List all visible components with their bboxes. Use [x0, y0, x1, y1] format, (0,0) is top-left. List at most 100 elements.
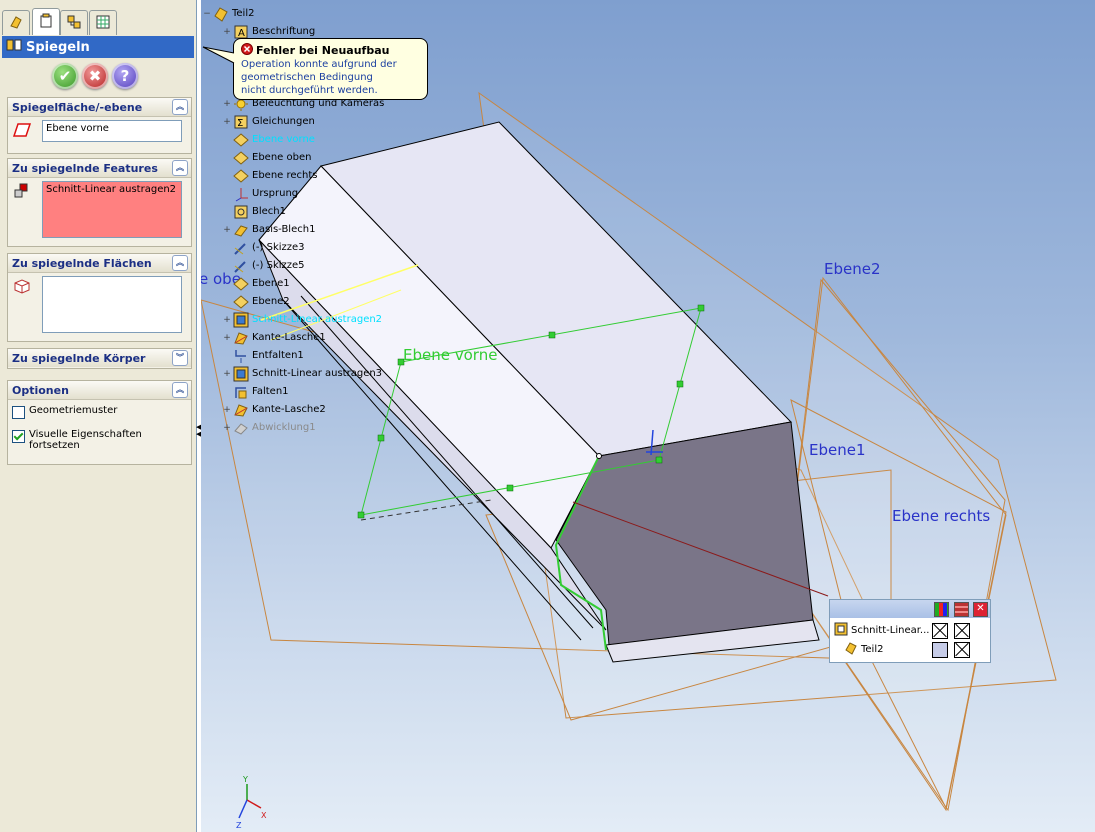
features-list[interactable]: Schnitt-Linear austragen2: [42, 181, 182, 238]
tree-item-label: Ebene rechts: [252, 170, 318, 181]
tree-item[interactable]: Ursprung: [221, 185, 298, 202]
svg-text:Y: Y: [242, 775, 248, 784]
tree-item-label: Ebene1: [252, 278, 290, 289]
tree-expander[interactable]: −: [201, 9, 213, 19]
tree-expander[interactable]: +: [221, 27, 233, 37]
tab-featuremanager[interactable]: [2, 10, 30, 35]
tree-expander[interactable]: +: [221, 369, 233, 379]
tooltip-pointer: [202, 46, 235, 64]
tree-item-label: Blech1: [252, 206, 286, 217]
tree-item[interactable]: Falten1: [221, 383, 289, 400]
dimxpert-icon: [95, 14, 111, 33]
tree-item[interactable]: Ebene oben: [221, 149, 311, 166]
tree-expander[interactable]: +: [221, 405, 233, 415]
tree-item[interactable]: + Kante-Lasche1: [221, 329, 326, 346]
property-manager-panel: Spiegeln ✔ ✖ ? Spiegelfläche/-ebene ︽ Eb…: [0, 0, 197, 832]
geometry-pattern-checkbox[interactable]: [12, 406, 25, 419]
popup-row-feature[interactable]: Schnitt-Linear...: [834, 622, 929, 639]
texture-icon[interactable]: [954, 602, 969, 617]
mirror-plane-field[interactable]: Ebene vorne: [42, 120, 182, 142]
tree-expander[interactable]: +: [221, 315, 233, 325]
tree-item[interactable]: + Σ Gleichungen: [221, 113, 315, 130]
tree-item[interactable]: Ebene2: [221, 293, 290, 310]
group-mirror-plane-header[interactable]: Spiegelfläche/-ebene ︽: [8, 98, 191, 117]
group-faces-header[interactable]: Zu spiegelnde Flächen ︽: [8, 254, 191, 273]
cut-extrude-icon: [834, 622, 848, 639]
propagate-visual-label: Visuelle Eigenschaften fortsetzen: [29, 429, 142, 451]
ebene-vorne-label: Ebene vorne: [403, 346, 498, 364]
tree-item[interactable]: + Basis-Blech1: [221, 221, 315, 238]
collapse-icon[interactable]: ︽: [172, 382, 188, 398]
tree-item[interactable]: + Schnitt-Linear austragen3: [221, 365, 382, 382]
tree-item-label: Teil2: [232, 8, 255, 19]
model-viewport[interactable]: Y X Z: [201, 0, 1095, 832]
tab-propertymanager[interactable]: [32, 8, 60, 35]
tree-item[interactable]: (-) Skizze5: [221, 257, 305, 274]
popup-checkbox[interactable]: [932, 623, 948, 639]
group-options-header[interactable]: Optionen ︽: [8, 381, 191, 400]
propagate-visual-checkbox[interactable]: [12, 430, 25, 443]
tab-dimxpertmanager[interactable]: [89, 10, 117, 35]
tree-item-label: Schnitt-Linear austragen2: [252, 314, 383, 325]
manager-tabs: [2, 8, 196, 36]
tree-item[interactable]: Ebene vorne: [221, 131, 315, 148]
tree-expander[interactable]: +: [221, 423, 233, 433]
popup-checkbox[interactable]: [954, 623, 970, 639]
ebene2-label: Ebene2: [824, 260, 881, 278]
tree-item[interactable]: Entfalten1: [221, 347, 304, 364]
tree-expander[interactable]: +: [221, 225, 233, 235]
sheetmetal-icon: [233, 204, 249, 220]
group-mirror-plane: Spiegelfläche/-ebene ︽ Ebene vorne: [7, 97, 192, 154]
checkmark-icon: ✔: [58, 67, 72, 85]
tree-item[interactable]: − Teil2: [201, 5, 254, 22]
close-icon[interactable]: ✕: [973, 602, 988, 617]
popup-color-swatch[interactable]: [932, 642, 948, 658]
help-icon: ?: [120, 67, 130, 85]
group-features-header[interactable]: Zu spiegelnde Features ︽: [8, 159, 191, 178]
group-options: Optionen ︽ Geometriemuster Visuelle Eige…: [7, 380, 192, 465]
tree-item-label: (-) Skizze3: [252, 242, 305, 253]
group-faces-to-mirror: Zu spiegelnde Flächen ︽: [7, 253, 192, 342]
action-buttons: ✔ ✖ ?: [52, 63, 138, 91]
tree-item[interactable]: Ebene1: [221, 275, 290, 292]
popup-checkbox[interactable]: [954, 642, 970, 658]
base-flange-icon: [233, 222, 249, 238]
cut-extrude-icon: [233, 366, 249, 382]
tree-item[interactable]: + Abwicklung1: [221, 419, 316, 436]
tree-item[interactable]: + Kante-Lasche2: [221, 401, 326, 418]
ok-button[interactable]: ✔: [52, 63, 78, 89]
plane-icon: [233, 168, 249, 184]
features-list-item[interactable]: Schnitt-Linear austragen2: [46, 184, 176, 195]
group-bodies-header[interactable]: Zu spiegelnde Körper ︾: [8, 349, 191, 367]
svg-text:X: X: [261, 811, 267, 820]
collapse-icon[interactable]: ︽: [172, 255, 188, 271]
tree-expander[interactable]: +: [221, 333, 233, 343]
plane-icon: [233, 276, 249, 292]
help-button[interactable]: ?: [112, 63, 138, 89]
tree-item-label: Ebene2: [252, 296, 290, 307]
faces-list[interactable]: [42, 276, 182, 333]
part-icon: [844, 641, 858, 658]
expand-icon[interactable]: ︾: [172, 350, 188, 366]
color-palette-icon[interactable]: [934, 602, 949, 617]
propagate-visual-option[interactable]: Visuelle Eigenschaften fortsetzen: [12, 429, 162, 451]
graphics-area[interactable]: Y X Z Ebene2 Ebene1 Ebene rechts Ebene v…: [201, 0, 1095, 832]
mirror-icon: [6, 37, 22, 57]
ebene1-label: Ebene1: [809, 441, 866, 459]
plane-icon: [12, 122, 32, 141]
popup-row-part[interactable]: Teil2: [844, 641, 883, 658]
collapse-icon[interactable]: ︽: [172, 160, 188, 176]
tree-item[interactable]: + Schnitt-Linear austragen2: [221, 311, 382, 328]
geometry-pattern-option[interactable]: Geometriemuster: [12, 405, 117, 419]
tree-item[interactable]: Ebene rechts: [221, 167, 318, 184]
tab-configurationmanager[interactable]: [60, 10, 88, 35]
tree-item[interactable]: Blech1: [221, 203, 286, 220]
tree-expander[interactable]: +: [221, 117, 233, 127]
tree-item-label: Basis-Blech1: [252, 224, 316, 235]
tree-expander[interactable]: +: [221, 99, 233, 109]
group-features-label: Zu spiegelnde Features: [12, 161, 158, 175]
sketch-icon: [233, 240, 249, 256]
cancel-button[interactable]: ✖: [82, 63, 108, 89]
tree-item[interactable]: (-) Skizze3: [221, 239, 305, 256]
collapse-icon[interactable]: ︽: [172, 99, 188, 115]
